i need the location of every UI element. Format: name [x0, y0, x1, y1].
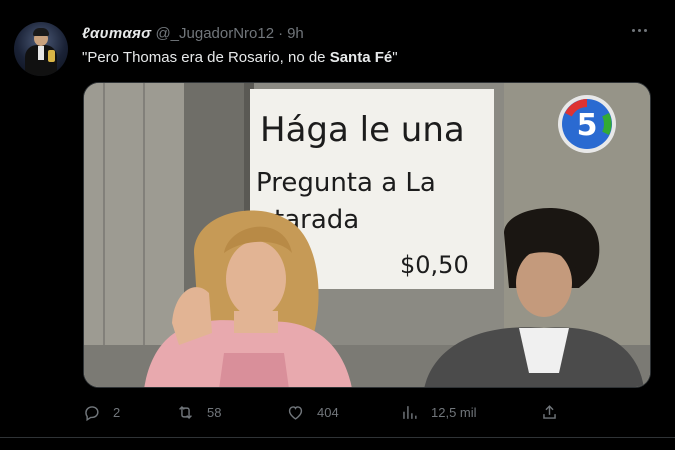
- tweet-text-bold: Santa Fé: [329, 49, 393, 66]
- like-button[interactable]: 404: [286, 400, 339, 424]
- retweet-count: 58: [207, 404, 222, 420]
- retweet-button[interactable]: 58: [176, 400, 221, 424]
- avatar-trophy: [48, 50, 55, 62]
- avatar-figure-hair: [33, 28, 49, 36]
- reply-icon: [85, 405, 99, 421]
- channel-logo: 5: [558, 95, 616, 153]
- share-button[interactable]: [540, 400, 559, 424]
- avatar[interactable]: [14, 22, 68, 76]
- meme-photo: Hága le una Pregunta a La tarada $0,50 5: [84, 83, 650, 387]
- timestamp[interactable]: 9h: [287, 25, 304, 42]
- tweet-text-suffix: ": [392, 49, 398, 66]
- share-icon: [543, 404, 556, 419]
- more-icon[interactable]: [628, 23, 650, 37]
- tweet-text-prefix: "Pero Thomas era de Rosario, no de: [82, 49, 330, 66]
- separator-dot: ·: [278, 24, 284, 42]
- views-count: 12,5 mil: [431, 404, 477, 420]
- tweet-card[interactable]: ℓαυтαяσ @_JugadorNro12 · 9h "Pero Thomas…: [0, 0, 675, 450]
- views-icon: [403, 405, 417, 419]
- channel-logo-number: 5: [577, 108, 598, 143]
- sign-price: $0,50: [400, 251, 469, 279]
- like-count: 404: [317, 404, 339, 420]
- tweet-text: "Pero Thomas era de Rosario, no de Santa…: [82, 48, 398, 68]
- views-button[interactable]: 12,5 mil: [400, 400, 477, 424]
- reply-count: 2: [113, 404, 121, 420]
- heart-icon: [288, 405, 303, 420]
- tweet-actions: 2 58 404 12,5 mil: [82, 400, 562, 424]
- display-name[interactable]: ℓαυтαяσ: [82, 25, 151, 42]
- sign-line-2: Pregunta a La: [256, 168, 436, 198]
- bottom-divider: [0, 437, 675, 438]
- user-handle[interactable]: @_JugadorNro12: [155, 25, 274, 42]
- sign-line-1: Hága le una: [260, 110, 465, 150]
- tweet-header: ℓαυтαяσ @_JugadorNro12 · 9h: [82, 22, 304, 44]
- reply-button[interactable]: 2: [82, 400, 120, 424]
- avatar-figure-shirt: [38, 46, 44, 60]
- tweet-media-image[interactable]: Hága le una Pregunta a La tarada $0,50 5: [83, 82, 651, 388]
- retweet-icon: [179, 405, 192, 419]
